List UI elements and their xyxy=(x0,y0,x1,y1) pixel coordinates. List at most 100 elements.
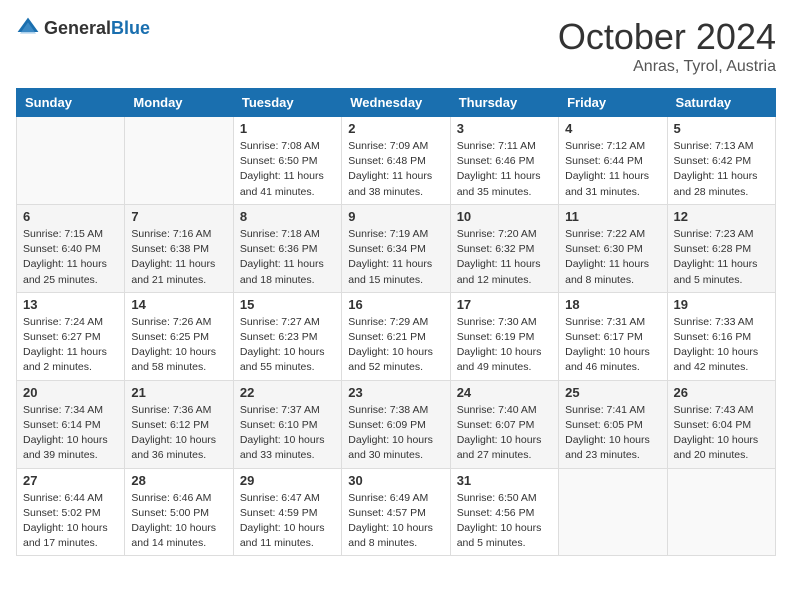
calendar-week-row: 6 Sunrise: 7:15 AM Sunset: 6:40 PM Daylig… xyxy=(17,204,776,292)
day-of-week-header: Wednesday xyxy=(342,89,450,117)
day-number: 5 xyxy=(674,121,769,136)
day-number: 28 xyxy=(131,473,226,488)
day-info: Sunrise: 6:49 AM Sunset: 4:57 PM Dayligh… xyxy=(348,491,443,552)
calendar-body: 1 Sunrise: 7:08 AM Sunset: 6:50 PM Daylig… xyxy=(17,117,776,556)
calendar-day-cell: 23 Sunrise: 7:38 AM Sunset: 6:09 PM Dayli… xyxy=(342,380,450,468)
calendar-day-cell: 4 Sunrise: 7:12 AM Sunset: 6:44 PM Daylig… xyxy=(559,117,667,205)
day-number: 16 xyxy=(348,297,443,312)
day-info: Sunrise: 7:29 AM Sunset: 6:21 PM Dayligh… xyxy=(348,315,443,376)
calendar-day-cell xyxy=(559,468,667,556)
calendar-day-cell: 21Sunrise: 7:36 AM Sunset: 6:12 PM Dayli… xyxy=(125,380,233,468)
calendar-day-cell: 10 Sunrise: 7:20 AM Sunset: 6:32 PM Dayli… xyxy=(450,204,558,292)
day-info: Sunrise: 7:34 AM Sunset: 6:14 PM Dayligh… xyxy=(23,403,118,464)
day-number: 3 xyxy=(457,121,552,136)
calendar-day-cell: 19Sunrise: 7:33 AM Sunset: 6:16 PM Dayli… xyxy=(667,292,775,380)
day-number: 6 xyxy=(23,209,118,224)
calendar-day-cell xyxy=(125,117,233,205)
day-of-week-header: Sunday xyxy=(17,89,125,117)
day-number: 27 xyxy=(23,473,118,488)
day-of-week-header: Tuesday xyxy=(233,89,341,117)
day-info: Sunrise: 7:36 AM Sunset: 6:12 PM Dayligh… xyxy=(131,403,226,464)
logo-text: GeneralBlue xyxy=(44,18,150,39)
day-info: Sunrise: 7:08 AM Sunset: 6:50 PM Dayligh… xyxy=(240,139,335,200)
day-of-week-header: Friday xyxy=(559,89,667,117)
day-info: Sunrise: 7:19 AM Sunset: 6:34 PM Dayligh… xyxy=(348,227,443,288)
day-info: Sunrise: 6:50 AM Sunset: 4:56 PM Dayligh… xyxy=(457,491,552,552)
day-number: 29 xyxy=(240,473,335,488)
calendar-day-cell: 30 Sunrise: 6:49 AM Sunset: 4:57 PM Dayli… xyxy=(342,468,450,556)
day-number: 8 xyxy=(240,209,335,224)
day-number: 17 xyxy=(457,297,552,312)
day-info: Sunrise: 6:47 AM Sunset: 4:59 PM Dayligh… xyxy=(240,491,335,552)
calendar-day-cell: 8Sunrise: 7:18 AM Sunset: 6:36 PM Daylig… xyxy=(233,204,341,292)
calendar-day-cell: 5 Sunrise: 7:13 AM Sunset: 6:42 PM Daylig… xyxy=(667,117,775,205)
day-number: 13 xyxy=(23,297,118,312)
day-number: 4 xyxy=(565,121,660,136)
calendar-day-cell: 13 Sunrise: 7:24 AM Sunset: 6:27 PM Dayli… xyxy=(17,292,125,380)
day-number: 22 xyxy=(240,385,335,400)
calendar-day-cell: 17 Sunrise: 7:30 AM Sunset: 6:19 PM Dayli… xyxy=(450,292,558,380)
day-of-week-header: Monday xyxy=(125,89,233,117)
calendar-day-cell: 25 Sunrise: 7:41 AM Sunset: 6:05 PM Dayli… xyxy=(559,380,667,468)
calendar-day-cell: 16 Sunrise: 7:29 AM Sunset: 6:21 PM Dayli… xyxy=(342,292,450,380)
calendar-day-cell: 6 Sunrise: 7:15 AM Sunset: 6:40 PM Daylig… xyxy=(17,204,125,292)
day-info: Sunrise: 6:46 AM Sunset: 5:00 PM Dayligh… xyxy=(131,491,226,552)
day-of-week-header: Saturday xyxy=(667,89,775,117)
day-info: Sunrise: 7:20 AM Sunset: 6:32 PM Dayligh… xyxy=(457,227,552,288)
calendar-day-cell: 7Sunrise: 7:16 AM Sunset: 6:38 PM Daylig… xyxy=(125,204,233,292)
calendar-day-cell: 22 Sunrise: 7:37 AM Sunset: 6:10 PM Dayli… xyxy=(233,380,341,468)
calendar-day-cell: 9Sunrise: 7:19 AM Sunset: 6:34 PM Daylig… xyxy=(342,204,450,292)
calendar-day-cell: 2Sunrise: 7:09 AM Sunset: 6:48 PM Daylig… xyxy=(342,117,450,205)
calendar-day-cell: 28 Sunrise: 6:46 AM Sunset: 5:00 PM Dayli… xyxy=(125,468,233,556)
month-title: October 2024 xyxy=(558,16,776,58)
day-number: 25 xyxy=(565,385,660,400)
day-number: 2 xyxy=(348,121,443,136)
calendar-week-row: 20Sunrise: 7:34 AM Sunset: 6:14 PM Dayli… xyxy=(17,380,776,468)
day-info: Sunrise: 7:40 AM Sunset: 6:07 PM Dayligh… xyxy=(457,403,552,464)
page-header: GeneralBlue October 2024 Anras, Tyrol, A… xyxy=(16,16,776,76)
day-number: 10 xyxy=(457,209,552,224)
calendar-day-cell xyxy=(17,117,125,205)
day-number: 24 xyxy=(457,385,552,400)
day-info: Sunrise: 7:23 AM Sunset: 6:28 PM Dayligh… xyxy=(674,227,769,288)
calendar-week-row: 27 Sunrise: 6:44 AM Sunset: 5:02 PM Dayli… xyxy=(17,468,776,556)
day-info: Sunrise: 7:12 AM Sunset: 6:44 PM Dayligh… xyxy=(565,139,660,200)
day-number: 11 xyxy=(565,209,660,224)
day-info: Sunrise: 7:26 AM Sunset: 6:25 PM Dayligh… xyxy=(131,315,226,376)
calendar-day-cell: 1 Sunrise: 7:08 AM Sunset: 6:50 PM Daylig… xyxy=(233,117,341,205)
day-info: Sunrise: 7:33 AM Sunset: 6:16 PM Dayligh… xyxy=(674,315,769,376)
day-info: Sunrise: 7:31 AM Sunset: 6:17 PM Dayligh… xyxy=(565,315,660,376)
day-number: 1 xyxy=(240,121,335,136)
calendar-day-cell: 20Sunrise: 7:34 AM Sunset: 6:14 PM Dayli… xyxy=(17,380,125,468)
calendar-day-cell: 11Sunrise: 7:22 AM Sunset: 6:30 PM Dayli… xyxy=(559,204,667,292)
day-info: Sunrise: 7:11 AM Sunset: 6:46 PM Dayligh… xyxy=(457,139,552,200)
calendar-day-cell: 26 Sunrise: 7:43 AM Sunset: 6:04 PM Dayli… xyxy=(667,380,775,468)
calendar-day-cell: 24 Sunrise: 7:40 AM Sunset: 6:07 PM Dayli… xyxy=(450,380,558,468)
calendar-day-cell: 12Sunrise: 7:23 AM Sunset: 6:28 PM Dayli… xyxy=(667,204,775,292)
day-info: Sunrise: 7:24 AM Sunset: 6:27 PM Dayligh… xyxy=(23,315,118,376)
day-info: Sunrise: 7:41 AM Sunset: 6:05 PM Dayligh… xyxy=(565,403,660,464)
calendar-table: SundayMondayTuesdayWednesdayThursdayFrid… xyxy=(16,88,776,556)
day-info: Sunrise: 7:27 AM Sunset: 6:23 PM Dayligh… xyxy=(240,315,335,376)
day-info: Sunrise: 7:13 AM Sunset: 6:42 PM Dayligh… xyxy=(674,139,769,200)
day-number: 15 xyxy=(240,297,335,312)
calendar-day-cell: 15 Sunrise: 7:27 AM Sunset: 6:23 PM Dayli… xyxy=(233,292,341,380)
calendar-day-cell: 18Sunrise: 7:31 AM Sunset: 6:17 PM Dayli… xyxy=(559,292,667,380)
day-number: 30 xyxy=(348,473,443,488)
day-number: 31 xyxy=(457,473,552,488)
logo-general: General xyxy=(44,18,111,38)
day-number: 23 xyxy=(348,385,443,400)
day-info: Sunrise: 7:37 AM Sunset: 6:10 PM Dayligh… xyxy=(240,403,335,464)
calendar-header-row: SundayMondayTuesdayWednesdayThursdayFrid… xyxy=(17,89,776,117)
day-info: Sunrise: 7:38 AM Sunset: 6:09 PM Dayligh… xyxy=(348,403,443,464)
day-info: Sunrise: 7:43 AM Sunset: 6:04 PM Dayligh… xyxy=(674,403,769,464)
calendar-day-cell: 29 Sunrise: 6:47 AM Sunset: 4:59 PM Dayli… xyxy=(233,468,341,556)
calendar-day-cell xyxy=(667,468,775,556)
calendar-day-cell: 3 Sunrise: 7:11 AM Sunset: 6:46 PM Daylig… xyxy=(450,117,558,205)
day-info: Sunrise: 7:30 AM Sunset: 6:19 PM Dayligh… xyxy=(457,315,552,376)
location-title: Anras, Tyrol, Austria xyxy=(558,58,776,76)
day-of-week-header: Thursday xyxy=(450,89,558,117)
day-info: Sunrise: 7:15 AM Sunset: 6:40 PM Dayligh… xyxy=(23,227,118,288)
day-info: Sunrise: 6:44 AM Sunset: 5:02 PM Dayligh… xyxy=(23,491,118,552)
day-number: 26 xyxy=(674,385,769,400)
